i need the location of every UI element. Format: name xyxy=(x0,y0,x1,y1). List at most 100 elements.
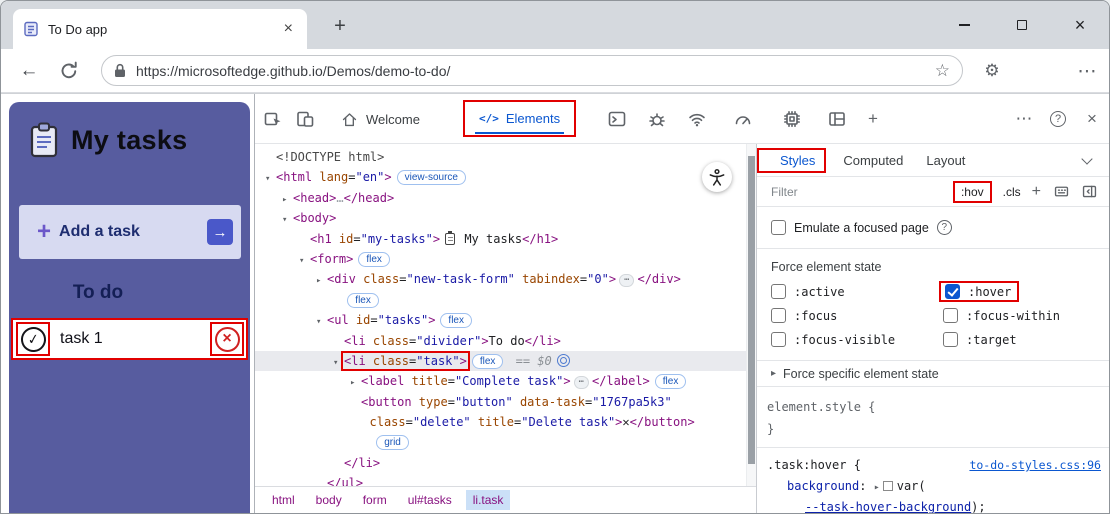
devtools-close-icon[interactable]: × xyxy=(1075,104,1109,134)
state-focus-within[interactable]: :focus-within xyxy=(943,308,1109,323)
tab-close-icon[interactable]: × xyxy=(280,20,297,38)
tree-node[interactable]: flex xyxy=(255,290,746,310)
tab-welcome[interactable]: Welcome xyxy=(327,94,434,144)
expand-arrow-icon[interactable]: ▸ xyxy=(874,482,880,493)
state-target[interactable]: :target xyxy=(943,332,1109,347)
tree-node[interactable]: ▸ <label title="Complete task"> ⋯ </label> f… xyxy=(255,371,746,391)
accessibility-button[interactable] xyxy=(702,162,732,192)
checkbox-icon[interactable] xyxy=(771,308,786,323)
task-row[interactable]: ✓ task 1 × xyxy=(11,318,248,360)
breadcrumb-item[interactable]: form xyxy=(356,490,394,510)
tree-node[interactable]: ▾ <ul id="tasks"> flex xyxy=(255,310,746,330)
devtools-help-icon[interactable]: ? xyxy=(1041,104,1075,134)
sidebar-toggle-icon[interactable] xyxy=(1081,183,1098,200)
tree-node[interactable]: class="delete" title="Delete task">✕</bu… xyxy=(255,412,746,432)
application-icon[interactable] xyxy=(827,109,847,129)
add-task-button[interactable]: + Add a task → xyxy=(19,205,241,259)
help-icon[interactable]: ? xyxy=(936,220,952,235)
back-button[interactable]: ← xyxy=(15,57,43,85)
state-focus-visible[interactable]: :focus-visible xyxy=(771,332,943,347)
task-hover-rule[interactable]: .task:hover { to-do-styles.css:96 xyxy=(767,454,1109,476)
tab-computed[interactable]: Computed xyxy=(843,153,903,168)
tree-node[interactable]: grid xyxy=(255,432,746,452)
breadcrumb-item[interactable]: body xyxy=(309,490,349,510)
refresh-button[interactable] xyxy=(57,59,81,83)
breadcrumb-item[interactable]: html xyxy=(265,490,302,510)
checkbox-icon[interactable] xyxy=(945,284,960,299)
checkbox-icon[interactable] xyxy=(771,332,786,347)
new-tab-button[interactable]: + xyxy=(327,13,353,39)
network-icon[interactable] xyxy=(687,109,707,129)
add-tools-icon[interactable]: + xyxy=(863,109,883,129)
device-toolbar-icon[interactable] xyxy=(295,109,315,129)
tree-node[interactable]: ▸ <head>…</head> xyxy=(255,188,746,208)
state-active[interactable]: :active xyxy=(771,284,943,299)
breadcrumb-item[interactable]: li.task xyxy=(465,490,511,510)
tab-layout[interactable]: Layout xyxy=(926,153,965,168)
expand-arrow-icon[interactable]: ▸ xyxy=(282,190,293,210)
bug-icon[interactable] xyxy=(647,109,667,129)
css-property-name[interactable]: background xyxy=(787,479,859,493)
token-tag: > xyxy=(563,374,571,389)
toggle-cls-button[interactable]: .cls xyxy=(1003,185,1021,199)
devtools-more-icon[interactable]: ⋯ xyxy=(1007,104,1041,134)
delete-task-icon[interactable]: × xyxy=(214,326,240,352)
tree-node[interactable]: ▸ <div class="new-task-form" tabindex="0"… xyxy=(255,269,746,289)
stylesheet-link[interactable]: to-do-styles.css:96 xyxy=(969,454,1101,476)
tree-node[interactable]: ▾ <html lang="en"> view-source xyxy=(255,167,746,187)
filter-input[interactable]: Filter xyxy=(771,185,953,199)
state-hover[interactable]: :hover xyxy=(939,281,1020,302)
favorite-star-icon[interactable]: ☆ xyxy=(935,61,950,81)
chevron-down-icon[interactable] xyxy=(1081,152,1093,165)
browser-tab[interactable]: To Do app × xyxy=(13,9,307,49)
memory-icon[interactable] xyxy=(782,109,802,129)
tab-elements[interactable]: </> Elements xyxy=(463,100,577,137)
browser-menu-icon[interactable]: ⋯ xyxy=(1073,58,1101,84)
submit-arrow-button[interactable]: → xyxy=(207,219,233,245)
collapse-arrow-icon[interactable]: ▾ xyxy=(265,169,276,189)
checkbox-icon[interactable] xyxy=(943,332,958,347)
console-icon[interactable] xyxy=(607,109,627,129)
lock-icon[interactable] xyxy=(114,63,126,78)
tab-styles[interactable]: Styles xyxy=(771,150,824,171)
url-text[interactable]: https://microsoftedge.github.io/Demos/de… xyxy=(136,63,935,79)
new-style-rule-icon[interactable]: + xyxy=(1032,183,1041,201)
checkbox-icon[interactable] xyxy=(943,308,958,323)
grid-icon[interactable] xyxy=(1053,183,1070,200)
state-focus[interactable]: :focus xyxy=(771,308,943,323)
expand-arrow-icon[interactable]: ▸ xyxy=(316,271,327,291)
collapse-arrow-icon[interactable]: ▾ xyxy=(299,251,310,271)
tree-node[interactable]: <button type="button" data-task="1767pa5… xyxy=(255,392,746,412)
checkbox-icon[interactable] xyxy=(771,284,786,299)
force-specific-state-row[interactable]: ▸ Force specific element state xyxy=(757,360,1109,387)
browser-essentials-icon[interactable]: ⚙ xyxy=(979,58,1005,84)
token-tag: <label xyxy=(361,374,405,389)
checkbox-icon[interactable] xyxy=(771,220,786,235)
scrollbar-thumb[interactable] xyxy=(748,156,755,464)
toggle-hov-button[interactable]: :hov xyxy=(955,183,990,201)
tree-node-selected[interactable]: ▾ <li class="task"> flex == $0 xyxy=(255,350,746,373)
address-bar[interactable]: https://microsoftedge.github.io/Demos/de… xyxy=(101,55,963,86)
tree-node[interactable]: </li> xyxy=(255,453,746,473)
window-close-button[interactable]: × xyxy=(1051,1,1109,49)
expand-arrow-icon[interactable]: ▸ xyxy=(350,373,361,393)
tree-node[interactable]: <!DOCTYPE html> xyxy=(255,147,746,167)
collapse-arrow-icon[interactable]: ▾ xyxy=(316,312,327,332)
tree-node[interactable]: ▾ <body> xyxy=(255,208,746,228)
css-variable-link[interactable]: --task-hover-background xyxy=(805,500,971,513)
complete-task-icon[interactable]: ✓ xyxy=(18,324,48,354)
collapse-arrow-icon[interactable]: ▾ xyxy=(333,353,344,373)
element-style-rule[interactable]: element.style { xyxy=(767,396,1109,418)
breadcrumb-item[interactable]: ul#tasks xyxy=(401,490,459,510)
maximize-button[interactable] xyxy=(993,1,1051,49)
scrollbar[interactable] xyxy=(746,144,756,486)
tree-node[interactable]: <li class="divider">To do</li> xyxy=(255,331,746,351)
inspect-icon[interactable] xyxy=(263,109,283,129)
tree-node[interactable]: ▾ <form> flex xyxy=(255,249,746,269)
color-swatch-icon[interactable] xyxy=(882,481,893,491)
tree-node[interactable]: <h1 id="my-tasks"> My tasks</h1> xyxy=(255,229,746,249)
performance-icon[interactable] xyxy=(733,109,753,129)
tree-node[interactable]: </ul> xyxy=(255,473,746,486)
minimize-button[interactable] xyxy=(935,1,993,49)
collapse-arrow-icon[interactable]: ▾ xyxy=(282,210,293,230)
